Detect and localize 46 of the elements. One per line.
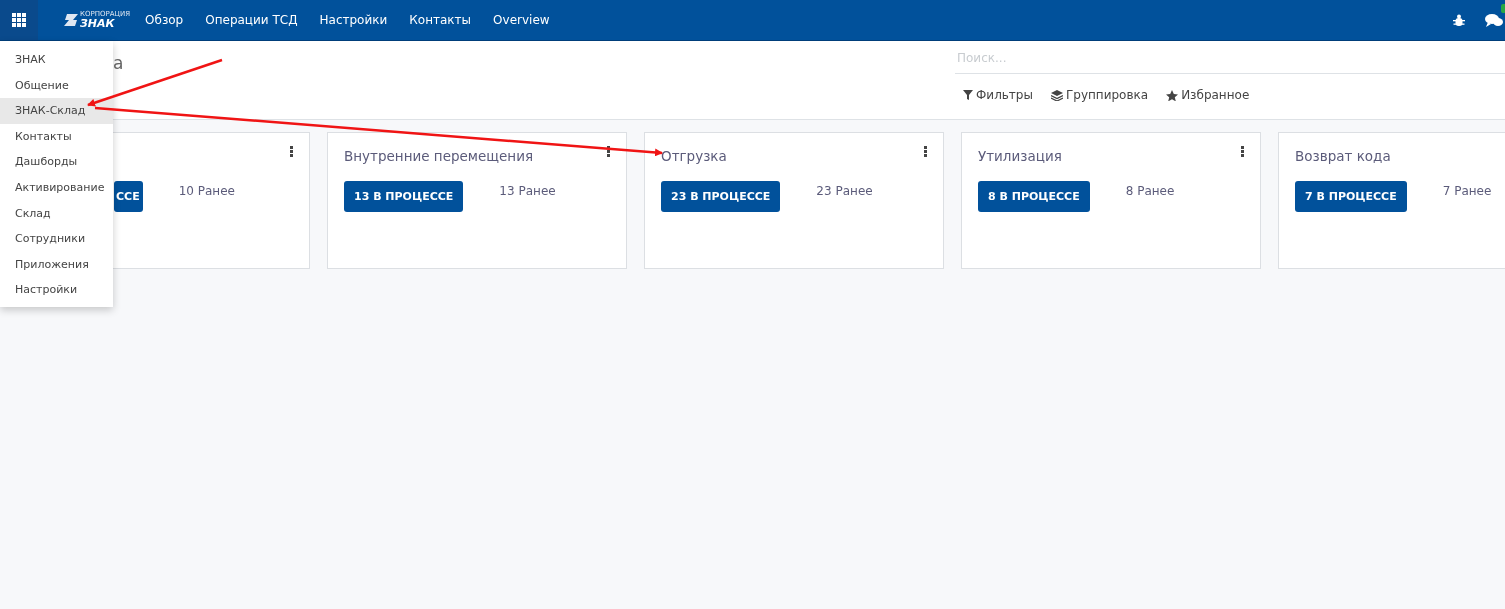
card-title[interactable]: Внутренние перемещения — [344, 148, 534, 164]
star-icon — [1166, 89, 1179, 101]
earlier-link[interactable]: 10 Ранее — [178, 184, 235, 198]
logo-mark-icon — [64, 14, 78, 26]
layers-icon — [1050, 89, 1063, 101]
card-title[interactable]: Отгрузка — [661, 148, 727, 164]
apps-menu-item[interactable]: Активирование — [0, 174, 113, 201]
nav-menu-item[interactable]: Контакты — [398, 13, 483, 27]
apps-menu-item[interactable]: Сотрудники — [0, 226, 113, 252]
more-options-icon[interactable] — [290, 146, 293, 157]
apps-menu-item[interactable]: Настройки — [0, 277, 113, 303]
card-title[interactable]: Утилизация — [978, 148, 1062, 164]
earlier-link[interactable]: 23 Ранее — [816, 184, 873, 198]
apps-menu-item[interactable]: ЗНАК-Склад — [0, 98, 113, 124]
apps-menu-item[interactable]: Контакты — [0, 123, 113, 150]
in-progress-button[interactable]: 8 В ПРОЦЕССЕ — [978, 181, 1090, 212]
bug-icon[interactable] — [1453, 13, 1465, 27]
apps-menu-item[interactable]: Склад — [0, 200, 113, 227]
in-progress-button[interactable]: ССЕ — [114, 181, 143, 212]
more-options-icon[interactable] — [1241, 146, 1244, 157]
apps-menu-item[interactable]: Дашборды — [0, 149, 113, 175]
page-title: а — [113, 53, 124, 73]
card-title[interactable]: Возврат кода — [1295, 148, 1391, 164]
chat-icon[interactable] — [1485, 12, 1503, 28]
grid-icon — [12, 13, 26, 27]
in-progress-button[interactable]: 13 В ПРОЦЕССЕ — [344, 181, 464, 212]
toolbar-button[interactable]: Фильтры — [963, 88, 1033, 102]
nav-menu-item[interactable]: Операции ТСД — [194, 13, 309, 27]
toolbar-button[interactable]: Группировка — [1050, 88, 1149, 102]
earlier-link[interactable]: 8 Ранее — [1125, 184, 1175, 198]
apps-menu-button[interactable] — [0, 0, 38, 40]
in-progress-button[interactable]: 23 В ПРОЦЕССЕ — [661, 181, 781, 212]
nav-menu-item[interactable]: Обзор — [134, 13, 195, 27]
nav-menu-item[interactable]: Overview — [482, 13, 561, 27]
earlier-link[interactable]: 7 Ранее — [1442, 184, 1492, 198]
more-options-icon[interactable] — [607, 146, 610, 157]
in-progress-button[interactable]: 7 В ПРОЦЕССЕ — [1295, 181, 1407, 212]
logo-text: ЗНАК — [80, 18, 116, 29]
nav-menu-item[interactable]: Настройки — [308, 13, 399, 27]
more-options-icon[interactable] — [924, 146, 927, 157]
earlier-link[interactable]: 13 Ранее — [499, 184, 556, 198]
filter-icon — [963, 89, 973, 101]
toolbar-button[interactable]: Избранное — [1166, 88, 1250, 102]
apps-menu-item[interactable]: Приложения — [0, 251, 113, 278]
apps-menu-item[interactable]: ЗНАК — [0, 47, 113, 73]
apps-menu-item[interactable]: Общение — [0, 72, 113, 99]
